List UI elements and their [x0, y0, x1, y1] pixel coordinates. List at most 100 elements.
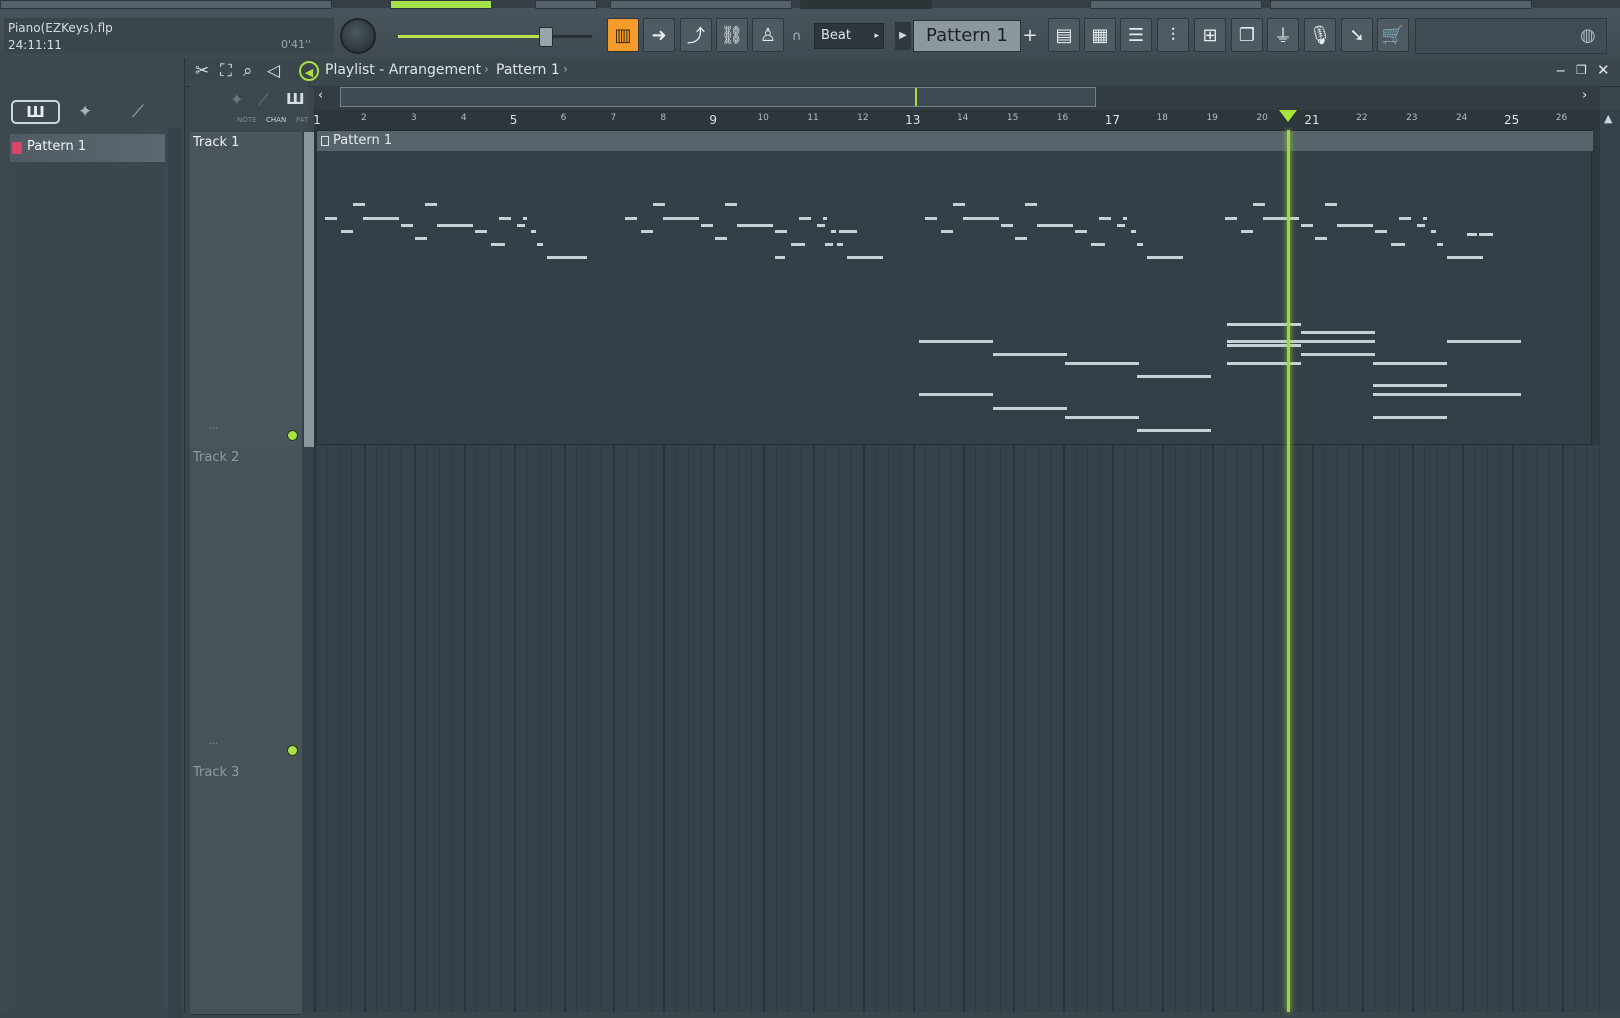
automation-mode-icon[interactable]: ⟋ [258, 90, 269, 110]
top-right-tools[interactable] [1270, 0, 1532, 9]
note-preview [1479, 233, 1493, 236]
mixer-button[interactable]: ⫶ [1157, 18, 1189, 52]
snap-selector[interactable]: Beat ▸ [814, 23, 884, 49]
scroll-up-icon[interactable]: ▲ [1604, 112, 1612, 125]
track-name: Track 2 [193, 450, 240, 465]
globe-icon[interactable]: ◍ [1580, 25, 1596, 46]
plugin-picker-button[interactable]: ⏚ [1267, 18, 1299, 52]
pattern-browser: Ш ✦ ⟋ Pattern 1 [0, 58, 185, 1018]
master-volume-handle[interactable] [539, 27, 554, 47]
bar-number: 22 [1356, 113, 1368, 123]
audio-clip-icon[interactable]: ✦ [78, 102, 92, 122]
mode-chan-label[interactable]: CHAN [266, 116, 286, 124]
speaker-icon[interactable]: ◁ [267, 61, 280, 81]
track-selected-strip[interactable] [304, 132, 314, 447]
select-icon[interactable]: ⛶ [220, 61, 232, 81]
track-lane[interactable] [314, 445, 1600, 761]
metronome-icon: ♙ [759, 24, 777, 46]
master-pitch-knob[interactable] [340, 18, 376, 54]
note-preview [425, 203, 437, 206]
slice-icon[interactable]: ✂ [195, 61, 209, 81]
note-preview [1467, 233, 1477, 236]
minimize-icon[interactable]: ‒ [1556, 61, 1566, 79]
mode-pat-label[interactable]: PAT [296, 116, 308, 124]
vertical-scrollbar[interactable] [1600, 110, 1620, 1012]
breadcrumb-pattern[interactable]: Pattern 1 [496, 62, 560, 78]
note-preview [925, 217, 937, 220]
note-preview [963, 217, 999, 220]
piano-icon: Ш [26, 103, 45, 121]
link-button[interactable]: ⛓ [716, 18, 748, 52]
pattern-list-item[interactable]: Pattern 1 [10, 134, 165, 162]
note-preview [499, 217, 511, 220]
note-preview [825, 243, 833, 246]
shop-button[interactable]: 🛒 [1377, 18, 1409, 52]
pattern-list: Pattern 1 [10, 134, 165, 1014]
channel-rack-button[interactable]: ☰ [1120, 18, 1152, 52]
step-sequencer-button[interactable]: ▥ [607, 18, 639, 52]
playlist-play-icon[interactable]: ◀ [299, 61, 319, 81]
mode-note-label[interactable]: NOTE [237, 116, 256, 124]
note-preview [701, 224, 713, 227]
overview-window[interactable] [340, 87, 1096, 107]
note-preview [1301, 353, 1375, 356]
timeline-ruler[interactable]: 1 2 3 4 5 6 7 8 9 10 11 12 13 14 15 16 17 18 19 20 21 22 23 24 2… [313, 110, 1600, 130]
render-button[interactable]: ➘ [1341, 18, 1373, 52]
playhead-line[interactable] [1287, 130, 1291, 1012]
zoom-icon[interactable]: ⌕ [243, 61, 253, 81]
pattern-selector[interactable]: Pattern 1 [913, 20, 1021, 52]
note-preview [1325, 203, 1337, 206]
note-preview [1137, 375, 1211, 378]
top-strip [0, 0, 1620, 9]
note-preview [1447, 393, 1521, 396]
browser-button[interactable]: ⊞ [1194, 18, 1226, 52]
add-pattern-button[interactable]: + [1022, 22, 1038, 50]
transport-buttons[interactable] [610, 0, 792, 9]
tempo-box[interactable] [535, 0, 597, 9]
track-enable-led[interactable] [287, 430, 298, 441]
playlist-window-button[interactable]: ▤ [1048, 18, 1080, 52]
note-preview [1373, 416, 1447, 419]
arrow-tool-button[interactable]: ➜ [643, 18, 675, 52]
news-panel [1415, 18, 1607, 54]
bar-number: 6 [560, 113, 567, 123]
piano-tab[interactable]: Ш [11, 100, 60, 124]
pattern-play-button[interactable]: ▶ [895, 22, 911, 50]
mixer-icon: ⫶ [1170, 24, 1176, 46]
magnet-icon[interactable]: ∩ [792, 29, 802, 44]
chevron-right-icon: ▸ [874, 31, 879, 41]
track-enable-led[interactable] [287, 745, 298, 756]
track-header[interactable]: Track 2 ··· [190, 447, 302, 763]
bar-number: 8 [660, 113, 667, 123]
song-mode-indicator[interactable] [390, 0, 492, 9]
pattern-mode-icon[interactable]: Ш [286, 90, 305, 108]
recording-button[interactable]: 🎙 [1304, 18, 1336, 52]
note-preview [1065, 416, 1139, 419]
pattern-clip[interactable]: Pattern 1 [316, 130, 1593, 445]
piano-roll-button[interactable]: ▦ [1084, 18, 1116, 52]
scroll-left-icon[interactable]: ‹ [318, 88, 323, 103]
close-icon[interactable]: ✕ [1597, 61, 1610, 79]
slide-tool-button[interactable]: ⤴ [680, 18, 712, 52]
file-time: 24:11:11 [8, 38, 62, 52]
bar-number: 7 [610, 113, 617, 123]
note-preview [1137, 429, 1211, 432]
browser-scrollbar[interactable] [168, 128, 182, 1018]
audio-mode-icon[interactable]: ✦ [230, 90, 243, 109]
playhead-marker[interactable] [1279, 110, 1298, 122]
scroll-right-icon[interactable]: › [1582, 88, 1587, 103]
automation-icon[interactable]: ⟋ [132, 102, 144, 122]
bar-number: 1 [313, 113, 321, 127]
track-header[interactable]: Track 3 [190, 762, 302, 1015]
note-preview [1373, 362, 1447, 365]
project-info-button[interactable]: ❐ [1231, 18, 1263, 52]
note-preview [1253, 203, 1265, 206]
note-preview [1337, 224, 1373, 227]
restore-icon[interactable]: ❐ [1576, 63, 1587, 77]
track-lane[interactable] [314, 760, 1600, 1012]
playlist-grid[interactable]: Pattern 1 [314, 130, 1600, 1012]
track-header[interactable]: Track 1 ··· [190, 132, 302, 448]
note-preview [1375, 230, 1387, 233]
note-preview [1447, 256, 1483, 259]
metronome-button[interactable]: ♙ [752, 18, 784, 52]
